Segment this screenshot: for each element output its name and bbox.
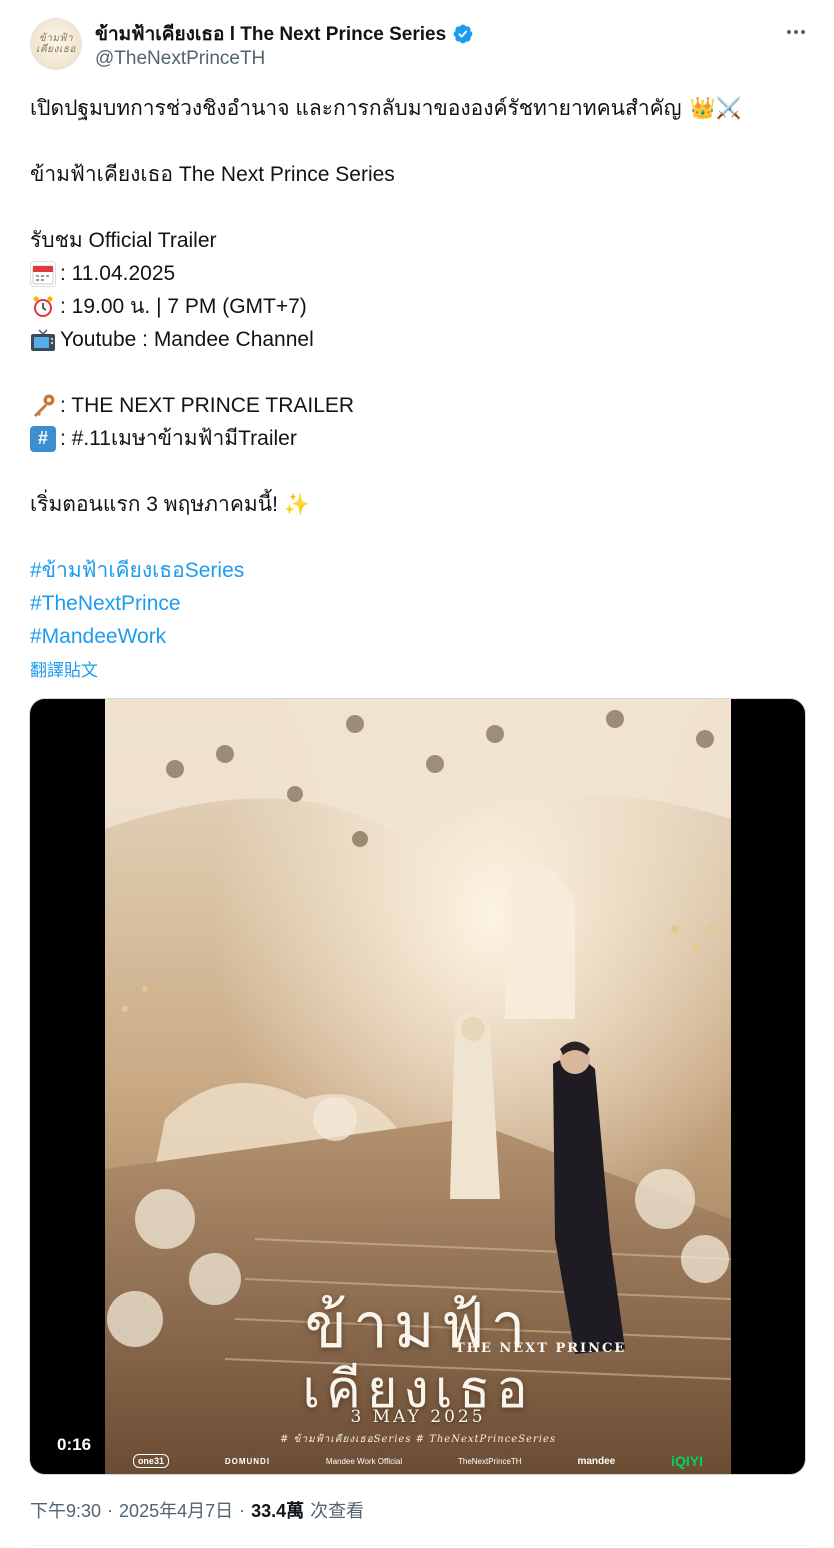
hashtag-link-1[interactable]: #ข้ามฟ้าเคียงเธอSeries [30, 554, 244, 587]
time-text: : 19.00 น. | 7 PM (GMT+7) [60, 295, 307, 318]
poster-release-date: 3 MAY 2025 [350, 1407, 486, 1427]
twitter-handle-text: TheNextPrinceTH [457, 1456, 522, 1466]
avatar-logo-text: ข้ามฟ้า เคียงเธอ [36, 33, 76, 55]
date-text: : 11.04.2025 [60, 262, 176, 285]
divider [30, 1545, 810, 1546]
poster-subtitle: THE NEXT PRINCE [455, 1341, 627, 1356]
crown-swords-emoji: 👑⚔️ [689, 97, 742, 120]
avatar[interactable]: ข้ามฟ้า เคียงเธอ [30, 18, 82, 70]
mandee-logo: mandee [577, 1455, 616, 1467]
mandee-official-text: Mandee Work Official [325, 1456, 403, 1466]
premiere-text: เริ่มตอนแรก 3 พฤษภาคมนี้! [30, 493, 278, 516]
verified-badge-icon [453, 24, 473, 44]
hash-keycap-icon: # [30, 425, 56, 452]
post-date-line: : 11.04.2025 [30, 257, 810, 290]
view-count-label: 次查看 [310, 1501, 365, 1521]
hashtag-text: : #.11เมษาข้ามฟ้ามีTrailer [60, 427, 297, 450]
post-date[interactable]: 2025年4月7日 [119, 1497, 233, 1523]
domundi-logo: DOMUNDI [224, 1456, 271, 1466]
channel-text: Youtube : Mandee Channel [60, 328, 314, 351]
post-line-1-text: เปิดปฐมบทการช่วงชิงอำนาจ และการกลับมาของ… [30, 97, 682, 120]
calendar-icon [30, 260, 56, 287]
meta-separator: · [107, 1499, 114, 1520]
post-line-1: เปิดปฐมบทการช่วงชิงอำนาจ และการกลับมาของ… [30, 92, 810, 125]
post-premiere-line: เริ่มตอนแรก 3 พฤษภาคมนี้! ✨ [30, 488, 810, 521]
post-line-2: ข้ามฟ้าเคียงเธอ The Next Prince Series [30, 163, 395, 186]
post-time[interactable]: 下午9:30 [30, 1497, 101, 1523]
post-time-line: : 19.00 น. | 7 PM (GMT+7) [30, 290, 810, 323]
translate-post-link[interactable]: 翻譯貼文 [30, 656, 98, 681]
post-key-line: : THE NEXT PRINCE TRAILER [30, 389, 810, 422]
post-text: เปิดปฐมบทการช่วงชิงอำนาจ และการกลับมาของ… [30, 92, 810, 653]
view-count: 33.4萬 [251, 1501, 305, 1521]
alarm-clock-icon [30, 294, 56, 320]
one31-logo: one31 [132, 1454, 169, 1468]
television-icon [30, 327, 56, 353]
key-text: : THE NEXT PRINCE TRAILER [60, 394, 355, 417]
author-name-row[interactable]: ข้ามฟ้าเคียงเธอ l The Next Prince Series [95, 19, 474, 49]
video-duration: 0:16 [50, 1433, 99, 1457]
sparkles-icon: ✨ [283, 493, 311, 516]
iqiyi-logo: iQIYI [671, 1453, 704, 1469]
author-handle[interactable]: @TheNextPrinceTH [95, 48, 265, 70]
poster-footer: one31 DOMUNDI Mandee Work Official TheNe… [105, 1449, 731, 1473]
hashtag-link-3[interactable]: #MandeeWork [30, 620, 166, 653]
more-options-icon[interactable] [782, 22, 810, 42]
post-meta: 下午9:30 · 2025年4月7日 · 33.4萬 次查看 [30, 1497, 364, 1523]
meta-separator: · [239, 1499, 246, 1520]
poster-hashtags: # ข้ามฟ้าเคียงเธอSeries # TheNextPrinceS… [279, 1434, 557, 1445]
display-name[interactable]: ข้ามฟ้าเคียงเธอ l The Next Prince Series [95, 19, 446, 49]
video-player[interactable]: ข้ามฟ้า เคียงเธอ THE NEXT PRINCE 3 MAY 2… [29, 698, 806, 1475]
video-poster[interactable]: ข้ามฟ้า เคียงเธอ THE NEXT PRINCE 3 MAY 2… [105, 699, 731, 1474]
post-hashtag-line: # : #.11เมษาข้ามฟ้ามีTrailer [30, 422, 810, 455]
key-icon [30, 393, 56, 419]
hashtag-link-2[interactable]: #TheNextPrince [30, 587, 181, 620]
post-line-3: รับชม Official Trailer [30, 229, 217, 252]
post-channel-line: Youtube : Mandee Channel [30, 323, 810, 356]
